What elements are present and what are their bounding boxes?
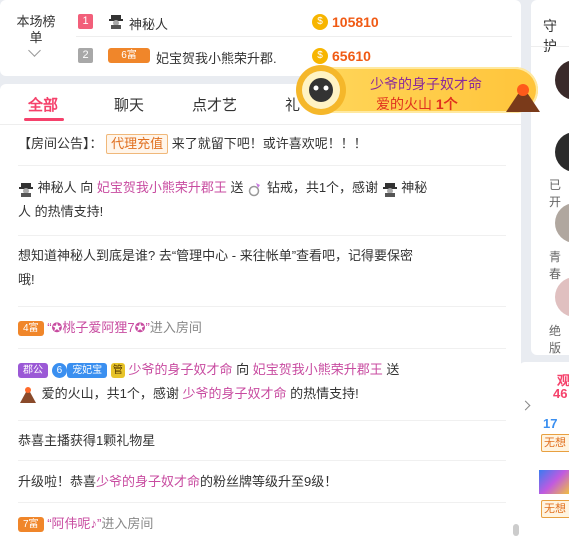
gift-message: 郡公 6 宠妃宝 管 少爷的身子奴才命 向 妃宝贺我小熊荣升郡王 送 爱的火山，共… — [18, 358, 488, 406]
divider — [18, 502, 506, 503]
msg-text: 向 — [80, 180, 94, 195]
tab-chat[interactable]: 聊天 — [114, 94, 144, 115]
guard-panel: 守护 已开 青春 绝版 — [531, 0, 569, 355]
msg-text: 的粉丝牌等级升至9级！ — [200, 474, 338, 489]
divider — [531, 46, 569, 47]
msg-text: 爱的火山，共1个，感谢 — [41, 386, 179, 401]
chevron-right-icon[interactable] — [520, 400, 531, 411]
noble-badge: 郡公 — [18, 363, 48, 379]
rich-badge: 7富 — [18, 517, 44, 533]
medal-icon — [296, 65, 346, 115]
gift-message: 神秘人 向 妃宝贺我小熊荣升郡王 送 钻戒，共1个，感谢 神秘 人 的热情支持! — [18, 176, 488, 224]
banner-gift-count: 1个 — [435, 96, 458, 112]
banner-gift-name: 爱的火山 — [376, 96, 432, 112]
rank-name[interactable]: 妃宝贺我小熊荣升郡. — [156, 48, 277, 67]
announcement: 【房间公告】： 代理充值 来了就留下吧！或许喜欢呢！！！ — [18, 132, 488, 156]
system-message: 想知道神秘人到底是谁? 去“管理中心 - 来往帐单”查看吧，记得要保密 哦! — [18, 244, 488, 292]
msg-text: 的热情支持! — [290, 386, 359, 401]
tab-all[interactable]: 全部 — [28, 94, 58, 115]
receiver-name[interactable]: 妃宝贺我小熊荣升郡王 — [97, 180, 227, 195]
mystery-user-icon — [19, 182, 33, 197]
levelup-message: 升级啦！恭喜少爷的身子奴才命的粉丝牌等级升至9级！ — [18, 470, 488, 494]
audience-item-num: 17 — [543, 416, 558, 431]
fan-level-badge: 6 — [51, 363, 68, 379]
msg-text: 进入房间 — [101, 516, 154, 531]
coin-icon: $ — [312, 14, 328, 30]
msg-text: 向 — [236, 362, 250, 377]
agent-recharge-button[interactable]: 代理充值 — [106, 134, 169, 154]
gift-thumbnail[interactable] — [539, 470, 569, 494]
admin-badge: 管 — [110, 363, 125, 379]
banner-user-name: 少爷的身子奴才命 — [370, 76, 482, 92]
gift-banner[interactable]: 少爷的身子奴才命 爱的火山 1个 — [292, 60, 549, 118]
banner-gift-info: 爱的火山 1个 — [376, 94, 458, 114]
divider — [18, 165, 506, 166]
avatar[interactable] — [555, 277, 569, 317]
divider — [18, 235, 506, 236]
enter-message: 7富 “阿伟呢♪”进入房间 — [18, 512, 488, 536]
rich-badge: 6富 — [108, 48, 150, 63]
avatar[interactable] — [555, 60, 569, 100]
system-message: 恭喜主播获得1颗礼物星 — [18, 433, 156, 448]
msg-text: 想知道神秘人到底是谁? 去“管理中心 - 来往帐单”查看吧，记得要保密 — [18, 248, 414, 263]
mystery-user-icon — [109, 15, 123, 29]
audience-count: 46 — [553, 386, 568, 401]
volcano-gift-icon — [20, 386, 36, 403]
msg-text: 送 — [230, 180, 244, 195]
user-name[interactable]: “✪桃子爱阿狸7✪” — [47, 320, 150, 335]
divider — [18, 306, 506, 307]
tab-talent[interactable]: 点才艺 — [192, 94, 237, 115]
sender-name[interactable]: 少爷的身子奴才命 — [182, 386, 286, 401]
user-name[interactable]: 少爷的身子奴才命 — [96, 474, 200, 489]
rank-number: 1 — [78, 14, 93, 29]
avatar[interactable] — [555, 132, 569, 172]
tab-underline — [24, 118, 64, 121]
mystery-user-icon — [382, 182, 397, 197]
user-name[interactable]: “阿伟呢♪” — [47, 516, 101, 531]
guard-label: 绝版 — [549, 324, 562, 355]
fan-club-badge: 宠妃宝 — [67, 363, 108, 379]
audience-tag: 无想 — [541, 434, 569, 452]
guard-title: 守护 — [543, 18, 557, 54]
msg-text: 钻戒，共1个，感谢 — [266, 180, 379, 195]
ring-gift-icon — [248, 182, 261, 196]
rank-row-1[interactable]: 1 神秘人 $ 105810 — [76, 9, 516, 35]
rank-label[interactable]: 本场榜单 — [14, 14, 58, 46]
rank-divider — [76, 36, 512, 37]
sender-name[interactable]: 神秘 — [401, 180, 427, 195]
guard-label: 青春 — [549, 250, 562, 281]
sender-name[interactable]: 少爷的身子奴才命 — [128, 362, 232, 377]
msg-text: 升级啦！恭喜 — [18, 474, 97, 489]
chevron-down-icon[interactable] — [28, 44, 41, 57]
audience-panel: 观 46 17 无想 无想 — [519, 362, 569, 536]
msg-text: 送 — [386, 362, 400, 377]
rich-badge: 4富 — [18, 321, 44, 337]
divider — [18, 460, 506, 461]
announce-prefix: 【房间公告】： — [18, 136, 103, 151]
msg-text: 哦! — [18, 272, 35, 287]
divider — [18, 420, 506, 421]
enter-message: 4富 “✪桃子爱阿狸7✪”进入房间 — [18, 316, 488, 340]
receiver-name[interactable]: 妃宝贺我小熊荣升郡王 — [253, 362, 383, 377]
chat-panel: 全部 聊天 点才艺 礼 【房间公告】： 代理充值 来了就留下吧！或许喜欢呢！！！… — [0, 84, 521, 536]
audience-tag: 无想 — [541, 500, 569, 518]
msg-text: 进入房间 — [149, 320, 202, 335]
sender-name[interactable]: 神秘人 — [38, 180, 77, 195]
announce-text: 来了就留下吧！或许喜欢呢！！！ — [171, 136, 367, 151]
rank-score: 105810 — [332, 14, 379, 30]
volcano-gift-icon — [506, 84, 540, 112]
rank-number: 2 — [78, 48, 93, 63]
msg-text: 人 的热情支持! — [18, 204, 104, 219]
divider — [18, 348, 506, 349]
rank-name[interactable]: 神秘人 — [129, 14, 168, 33]
